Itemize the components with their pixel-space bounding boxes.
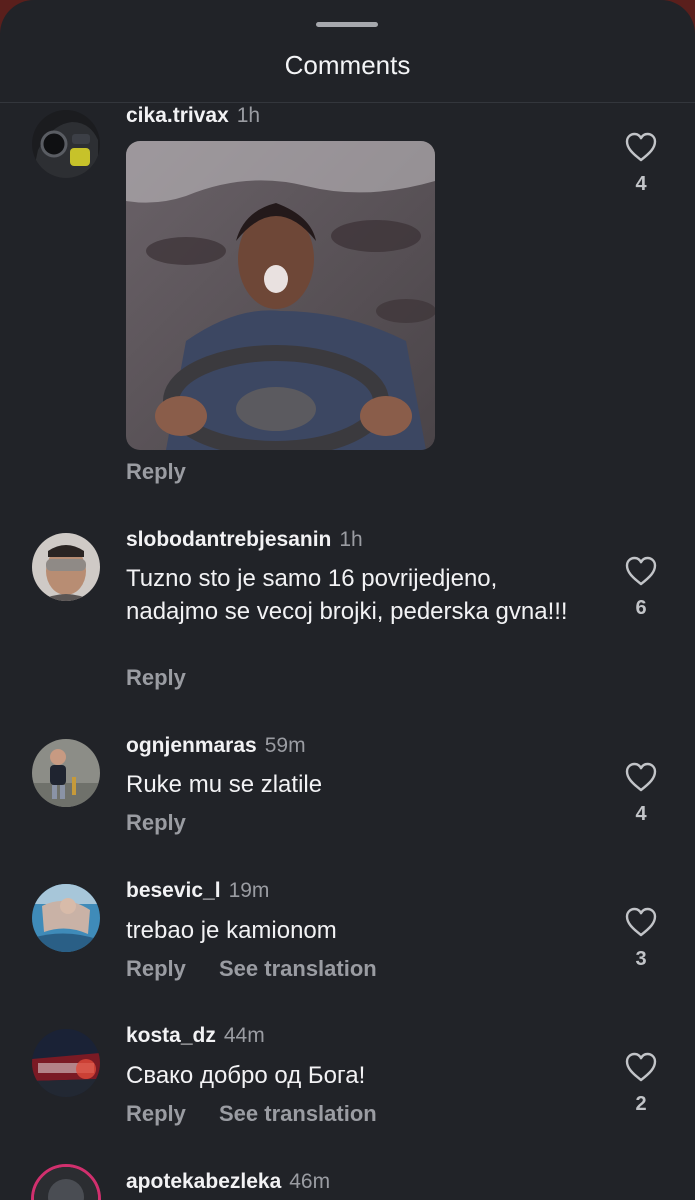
like-count: 4 (635, 803, 647, 825)
comment-username[interactable]: ognjenmaras 59m (126, 733, 306, 759)
comment-time: 46m (289, 1170, 331, 1193)
heart-outline-icon[interactable] (624, 131, 658, 163)
avatar[interactable] (32, 110, 100, 178)
heart-outline-icon[interactable] (624, 906, 658, 938)
heart-outline-icon[interactable] (624, 761, 658, 793)
comment-text: Свако добро од Бога! (126, 1062, 366, 1089)
comment-username[interactable]: kosta_dz 44m (126, 1023, 265, 1049)
comment-time: 44m (223, 1024, 265, 1047)
avatar[interactable] (32, 739, 100, 807)
comment-username[interactable]: apotekabezleka 46m (126, 1169, 330, 1195)
comments-sheet: Comments cika.trivax 1h Reply 4 slobodan… (0, 0, 695, 1200)
comment-username[interactable]: cika.trivax 1h (126, 103, 260, 129)
like-count: 6 (635, 597, 647, 619)
heart-outline-icon[interactable] (624, 1051, 658, 1083)
comment-username[interactable]: slobodantrebjesanin 1h (126, 527, 363, 553)
sheet-title: Comments (284, 50, 411, 80)
header-divider (0, 102, 695, 103)
like-count: 2 (635, 1093, 647, 1115)
comment-text: Ruke mu se zlatile (126, 771, 323, 798)
reply-button[interactable]: Reply (126, 665, 186, 691)
like-count: 3 (635, 948, 647, 970)
comment-time: 1h (339, 528, 363, 551)
reply-button[interactable]: Reply (126, 459, 186, 485)
sheet-grabber-handle[interactable] (316, 22, 378, 27)
avatar[interactable] (32, 533, 100, 601)
reply-button[interactable]: Reply (126, 1101, 186, 1127)
comment-gif-image[interactable] (126, 141, 435, 450)
see-translation-button[interactable]: See translation (219, 956, 377, 982)
comment-text: trebao je kamionom (126, 917, 337, 944)
comment-time: 1h (236, 104, 261, 127)
like-count: 4 (635, 173, 647, 195)
avatar[interactable] (32, 1029, 100, 1097)
comment-text: Tuzno sto je samo 16 povrijedjeno, nadaj… (126, 565, 568, 625)
avatar[interactable] (32, 884, 100, 952)
reply-button[interactable]: Reply (126, 810, 186, 836)
see-translation-button[interactable]: See translation (219, 1101, 377, 1127)
heart-outline-icon[interactable] (624, 555, 658, 587)
comment-time: 19m (228, 879, 270, 902)
avatar-story-ring[interactable] (31, 1164, 101, 1200)
comment-username[interactable]: besevic_l 19m (126, 878, 269, 904)
reply-button[interactable]: Reply (126, 956, 186, 982)
comment-time: 59m (264, 734, 306, 757)
